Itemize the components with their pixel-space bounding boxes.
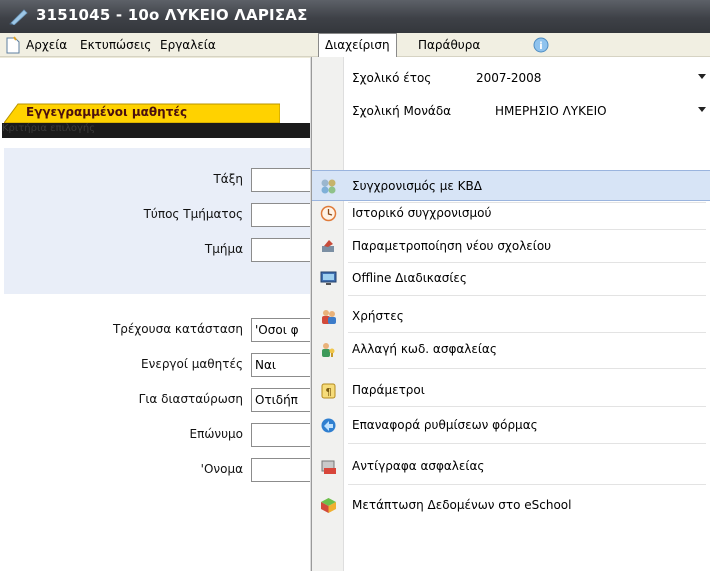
title-bar: 3151045 - 10ο ΛΥΚΕΙΟ ΛΑΡΙΣΑΣ <box>0 0 710 33</box>
backup-icon <box>321 460 336 474</box>
surname-label: Επώνυμο <box>189 427 243 441</box>
menu-item-label: Επαναφορά ρυθμίσεων φόρμας <box>352 418 538 432</box>
menu-item-label: Ιστορικό συγχρονισμού <box>352 206 492 220</box>
separator <box>348 484 706 485</box>
chevron-down-icon[interactable] <box>698 74 706 79</box>
first-name-label: 'Ονομα <box>200 462 243 476</box>
menu-item-parameters[interactable]: ¶ Παράμετροι <box>312 375 710 406</box>
restore-icon <box>321 418 336 433</box>
document-icon[interactable] <box>5 36 21 54</box>
criteria-header-text: Κριτήρια επιλογής <box>2 123 96 134</box>
menu-item-label: Παράμετροι <box>352 383 425 397</box>
svg-text:i: i <box>539 41 542 52</box>
menu-item-users[interactable]: Χρήστες <box>312 301 710 332</box>
first-name-field[interactable] <box>251 458 313 482</box>
help-icon[interactable]: i <box>533 37 549 53</box>
cross-check-label: Για διασταύρωση <box>138 392 243 406</box>
menu-item-label: Χρήστες <box>352 309 404 323</box>
current-status-field[interactable]: 'Οσοι φ <box>251 318 313 342</box>
menu-bar: Αρχεία Εκτυπώσεις Εργαλεία Διαχείριση Πα… <box>0 33 710 57</box>
menu-item-management[interactable]: Διαχείριση <box>318 33 397 57</box>
menu-item-label: Συγχρονισμός με ΚΒΔ <box>352 179 482 193</box>
menu-item-label: Παραμετροποίηση νέου σχολείου <box>352 239 552 253</box>
menu-item-files[interactable]: Αρχεία <box>26 33 67 57</box>
menu-item-windows[interactable]: Παράθυρα <box>418 33 480 57</box>
menu-item-restore-form-settings[interactable]: Επαναφορά ρυθμίσεων φόρμας <box>312 410 710 441</box>
menu-item-label: Αλλαγή κωδ. ασφαλείας <box>352 342 497 356</box>
menu-item-sync-kbd[interactable]: Συγχρονισμός με ΚΒΔ <box>312 170 710 201</box>
class-label: Τάξη <box>213 172 243 186</box>
active-students-field[interactable]: Ναι <box>251 353 313 377</box>
menu-item-prints[interactable]: Εκτυπώσεις <box>80 33 151 57</box>
user-key-icon <box>322 343 335 357</box>
svg-text:¶: ¶ <box>325 387 331 398</box>
criteria-header: Κριτήρια επιλογής <box>2 123 312 138</box>
monitor-icon <box>320 271 337 285</box>
section-label: Τμήμα <box>204 242 243 256</box>
clock-icon <box>320 205 337 222</box>
separator <box>348 406 706 407</box>
school-unit-label: Σχολική Μονάδα <box>352 104 452 118</box>
separator <box>348 295 706 296</box>
school-unit-value[interactable]: ΗΜΕΡΗΣΙΟ ΛΥΚΕΙΟ <box>495 104 607 118</box>
menu-item-label: Αντίγραφα ασφαλείας <box>352 459 485 473</box>
section-type-field[interactable] <box>251 203 313 227</box>
school-year-value[interactable]: 2007-2008 <box>476 71 541 85</box>
sync-icon <box>321 179 336 194</box>
parameters-icon: ¶ <box>321 383 336 399</box>
cross-check-field[interactable]: Οτιδήπ <box>251 388 313 412</box>
class-field[interactable] <box>251 168 313 192</box>
separator <box>348 443 706 444</box>
separator <box>348 229 706 230</box>
tools-icon <box>322 240 334 252</box>
separator <box>348 332 706 333</box>
menu-item-label: Μετάπτωση Δεδομένων στο eSchool <box>352 498 572 512</box>
active-students-label: Ενεργοί μαθητές <box>141 357 243 371</box>
cube-icon <box>321 498 336 513</box>
school-unit-selector[interactable]: Σχολική Μονάδα ΗΜΕΡΗΣΙΟ ΛΥΚΕΙΟ <box>312 97 710 127</box>
separator <box>348 368 706 369</box>
menu-item-migrate-to-eschool[interactable]: Μετάπτωση Δεδομένων στο eSchool <box>312 490 710 521</box>
menu-item-offline-processes[interactable]: Offline Διαδικασίες <box>312 263 710 294</box>
pen-icon <box>9 9 28 25</box>
menu-item-label: Offline Διαδικασίες <box>352 271 467 285</box>
school-year-selector[interactable]: Σχολικό έτος 2007-2008 <box>312 64 710 94</box>
window-title: 3151045 - 10ο ΛΥΚΕΙΟ ΛΑΡΙΣΑΣ <box>36 6 308 24</box>
management-dropdown-menu: Σχολικό έτος 2007-2008 Σχολική Μονάδα ΗΜ… <box>311 57 710 571</box>
menu-item-new-school-setup[interactable]: Παραμετροποίηση νέου σχολείου <box>312 231 710 262</box>
menu-item-tools[interactable]: Εργαλεία <box>160 33 216 57</box>
section-field[interactable] <box>251 238 313 262</box>
tab-enrolled-students[interactable]: Εγγεγραμμένοι μαθητές <box>4 103 280 123</box>
users-icon <box>322 310 336 324</box>
menu-item-sync-history[interactable]: Ιστορικό συγχρονισμού <box>312 198 710 229</box>
school-year-label: Σχολικό έτος <box>352 71 432 85</box>
tab-label: Εγγεγραμμένοι μαθητές <box>26 105 188 119</box>
menu-item-change-password[interactable]: Αλλαγή κωδ. ασφαλείας <box>312 334 710 365</box>
section-type-label: Τύπος Τμήματος <box>143 207 243 221</box>
current-status-label: Τρέχουσα κατάσταση <box>112 322 243 336</box>
menu-item-backups[interactable]: Αντίγραφα ασφαλείας <box>312 451 710 482</box>
chevron-down-icon[interactable] <box>698 107 706 112</box>
surname-field[interactable] <box>251 423 313 447</box>
